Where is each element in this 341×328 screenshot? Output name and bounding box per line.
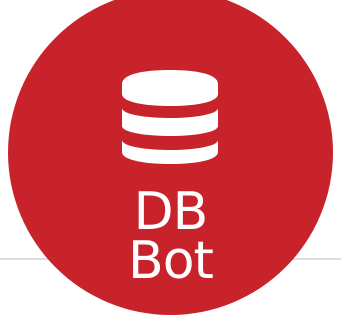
database-icon: [122, 70, 218, 164]
logo-canvas: DB Bot: [0, 0, 341, 328]
logo-title-line2: Bot: [128, 231, 214, 291]
